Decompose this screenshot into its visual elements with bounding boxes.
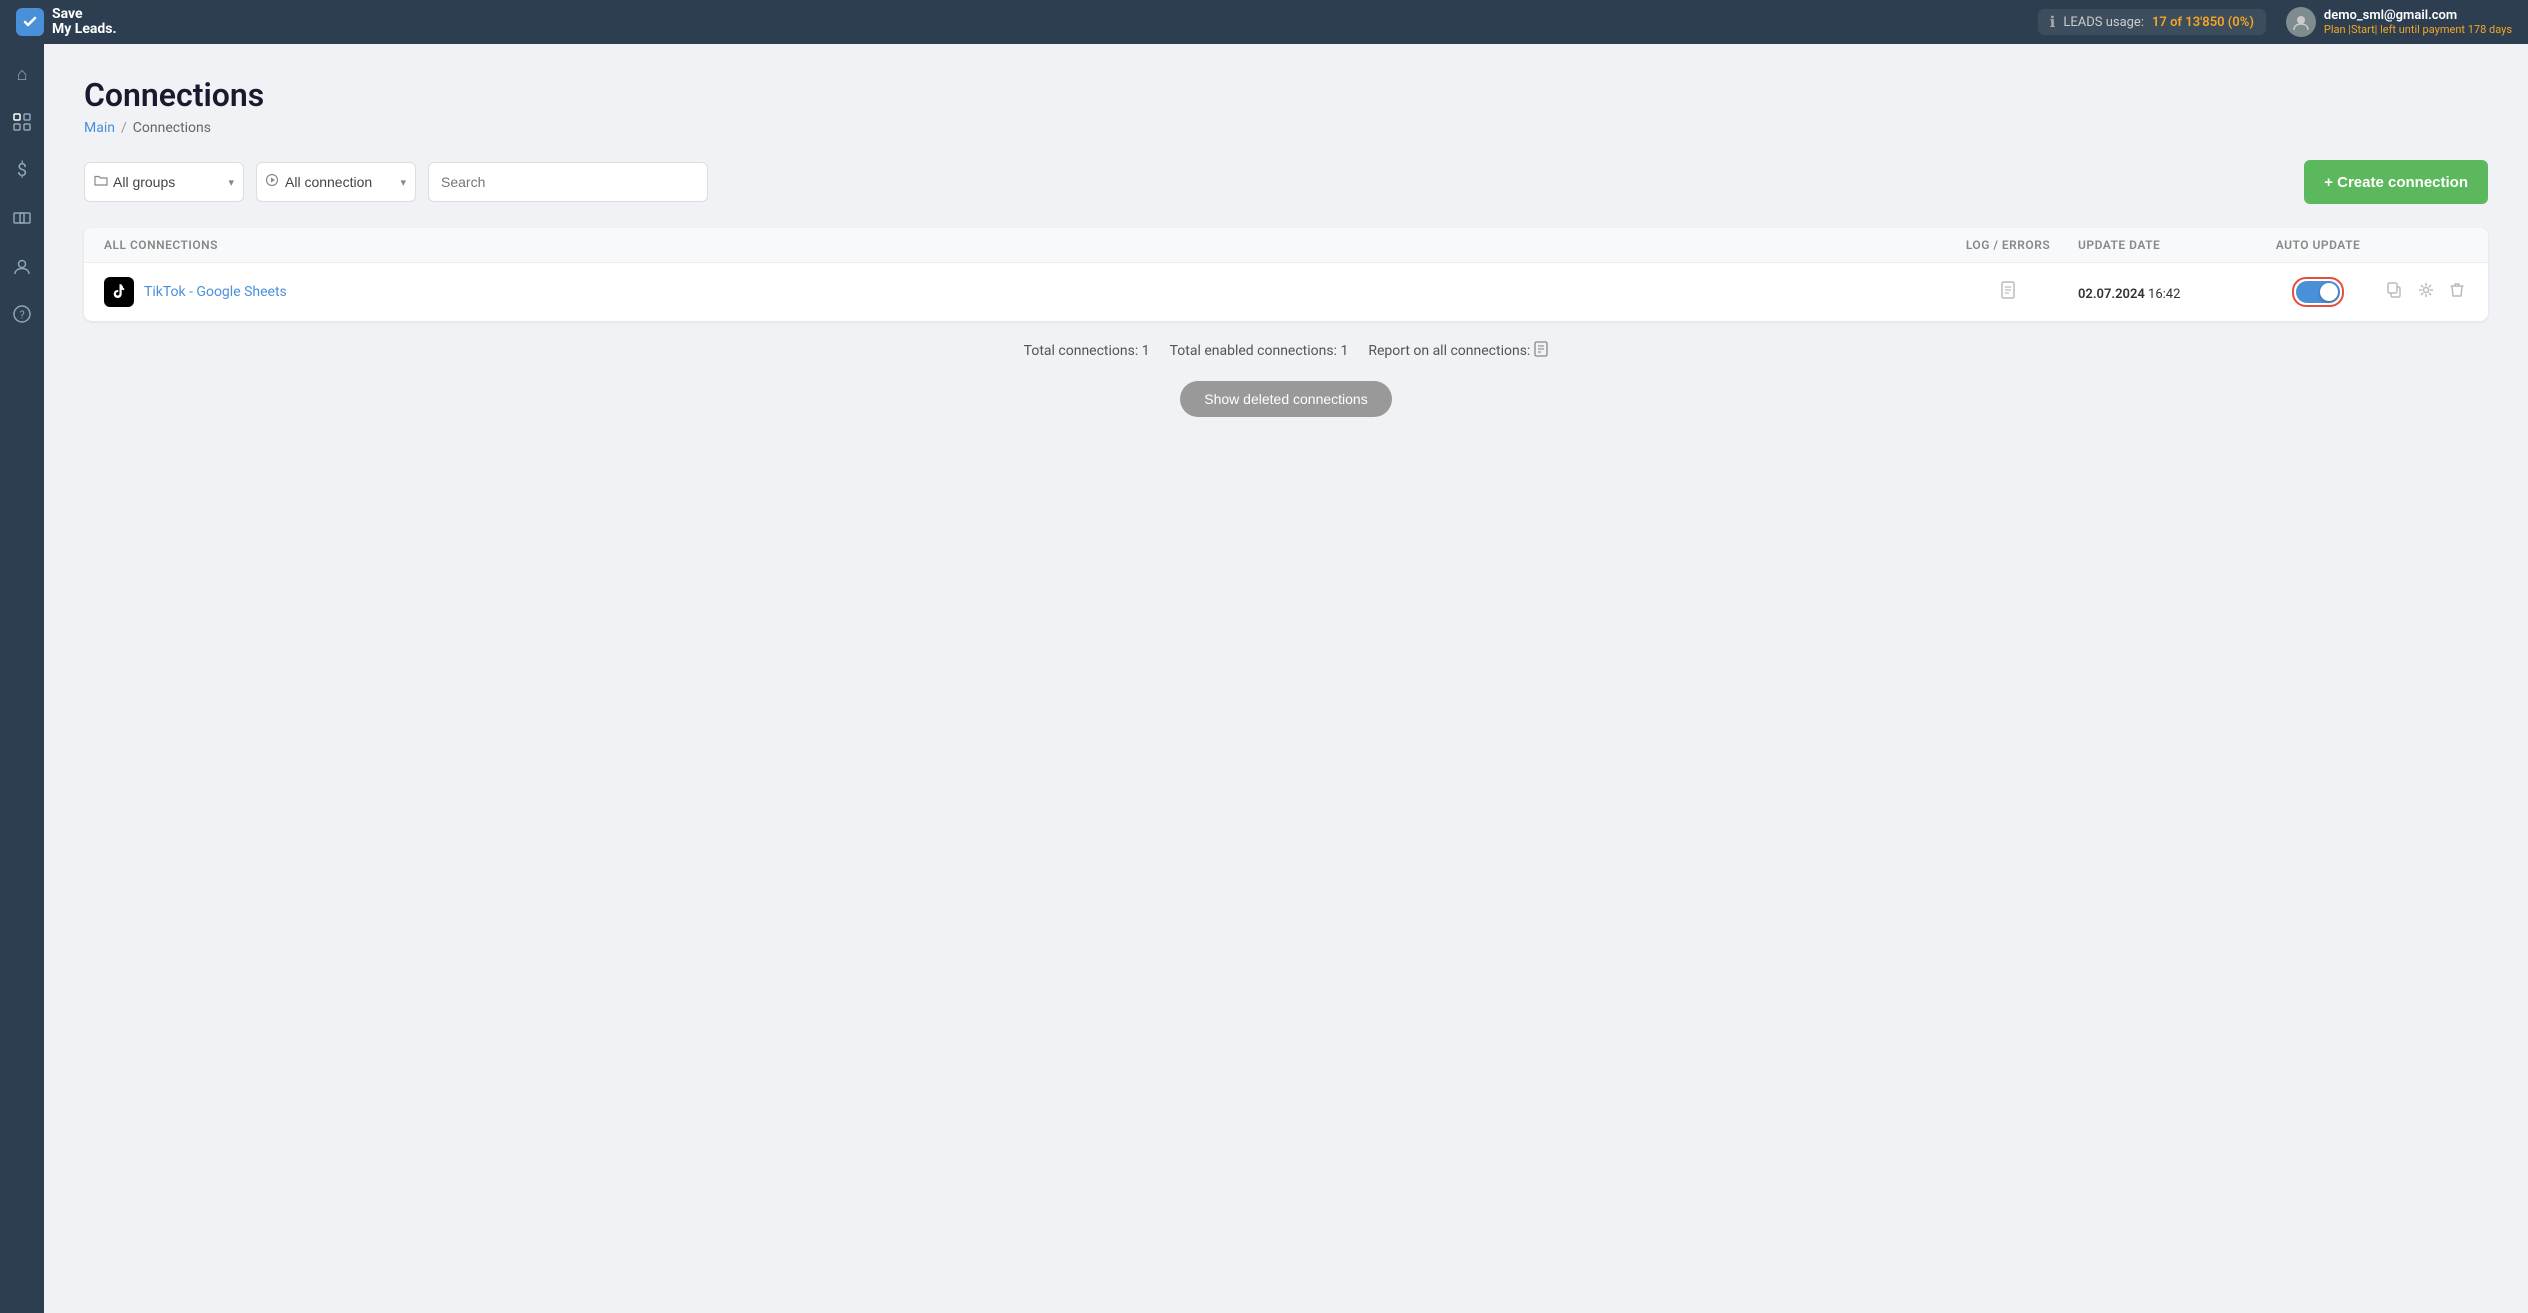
breadcrumb: Main / Connections <box>84 120 2488 136</box>
topbar: Save My Leads. ℹ LEADS usage: 17 of 13'8… <box>0 0 2528 44</box>
groups-dropdown-wrapper[interactable]: All groups ▾ <box>84 162 244 202</box>
breadcrumb-current: Connections <box>133 120 211 136</box>
logo-icon <box>16 8 44 36</box>
main-content: Connections Main / Connections All group… <box>44 44 2528 1313</box>
info-icon: ℹ <box>2050 13 2056 31</box>
auto-update-toggle-wrapper <box>2292 277 2344 307</box>
search-input[interactable] <box>428 162 708 202</box>
actions-cell <box>2378 278 2468 307</box>
total-connections-stat: Total connections: 1 <box>1024 343 1150 359</box>
left-sidebar: ⌂ $ ? <box>0 44 44 1313</box>
connection-filter-select[interactable]: All connection <box>256 162 416 202</box>
toolbar: All groups ▾ All connection ▾ <box>84 160 2488 204</box>
table-header: ALL CONNECTIONS LOG / ERRORS UPDATE DATE… <box>84 228 2488 263</box>
page-title: Connections <box>84 76 2488 114</box>
sidebar-connections-icon[interactable] <box>0 100 44 144</box>
show-deleted-button[interactable]: Show deleted connections <box>1180 381 1391 417</box>
breadcrumb-main[interactable]: Main <box>84 120 115 136</box>
sidebar-billing-icon[interactable]: $ <box>0 148 44 192</box>
groups-select[interactable]: All groups <box>84 162 244 202</box>
user-plan: Plan |Start| left until payment 178 days <box>2324 23 2512 36</box>
stats-row: Total connections: 1 Total enabled conne… <box>84 341 2488 361</box>
user-email: demo_sml@gmail.com <box>2324 8 2512 23</box>
sidebar-integrations-icon[interactable] <box>0 196 44 240</box>
connections-table: ALL CONNECTIONS LOG / ERRORS UPDATE DATE… <box>84 228 2488 321</box>
connection-filter-wrapper[interactable]: All connection ▾ <box>256 162 416 202</box>
leads-label: LEADS usage: <box>2063 15 2144 30</box>
connection-name-cell: TikTok - Google Sheets <box>104 277 1938 307</box>
logo-text: Save My Leads. <box>52 7 117 38</box>
th-actions <box>2378 238 2468 252</box>
th-update-date: UPDATE DATE <box>2078 238 2258 252</box>
sidebar-help-icon[interactable]: ? <box>0 292 44 336</box>
leads-usage: ℹ LEADS usage: 17 of 13'850 (0%) <box>2038 9 2266 35</box>
total-enabled-stat: Total enabled connections: 1 <box>1170 343 1349 359</box>
logo: Save My Leads. <box>16 7 2030 38</box>
avatar <box>2286 7 2316 37</box>
sidebar-home-icon[interactable]: ⌂ <box>0 52 44 96</box>
svg-text:?: ? <box>20 309 25 322</box>
report-icon[interactable] <box>1534 341 1548 361</box>
th-log-errors: LOG / ERRORS <box>1938 238 2078 252</box>
update-date-cell: 02.07.2024 16:42 <box>2078 283 2258 302</box>
toggle-cell[interactable] <box>2258 277 2378 307</box>
leads-count: 17 of 13'850 (0%) <box>2152 15 2254 30</box>
breadcrumb-separator: / <box>121 120 127 136</box>
report-stat: Report on all connections: <box>1368 341 1548 361</box>
user-area[interactable]: demo_sml@gmail.com Plan |Start| left unt… <box>2286 7 2512 37</box>
tiktok-icon <box>104 277 134 307</box>
copy-button[interactable] <box>2382 278 2406 307</box>
search-wrapper[interactable] <box>428 162 708 202</box>
settings-button[interactable] <box>2414 278 2438 307</box>
table-row: TikTok - Google Sheets 02.07.2024 16:42 <box>84 263 2488 321</box>
connection-link[interactable]: TikTok - Google Sheets <box>144 284 287 300</box>
delete-button[interactable] <box>2446 278 2468 307</box>
toggle-knob <box>2320 283 2338 301</box>
th-all-connections: ALL CONNECTIONS <box>104 238 1938 252</box>
auto-update-toggle[interactable] <box>2296 281 2340 303</box>
update-date-value: 02.07.2024 16:42 <box>2078 287 2180 302</box>
sidebar-profile-icon[interactable] <box>0 244 44 288</box>
user-info: demo_sml@gmail.com Plan |Start| left unt… <box>2324 8 2512 36</box>
log-file-icon[interactable] <box>2000 281 2016 303</box>
create-connection-button[interactable]: + Create connection <box>2304 160 2488 204</box>
log-cell[interactable] <box>1938 281 2078 303</box>
th-auto-update: AUTO UPDATE <box>2258 238 2378 252</box>
